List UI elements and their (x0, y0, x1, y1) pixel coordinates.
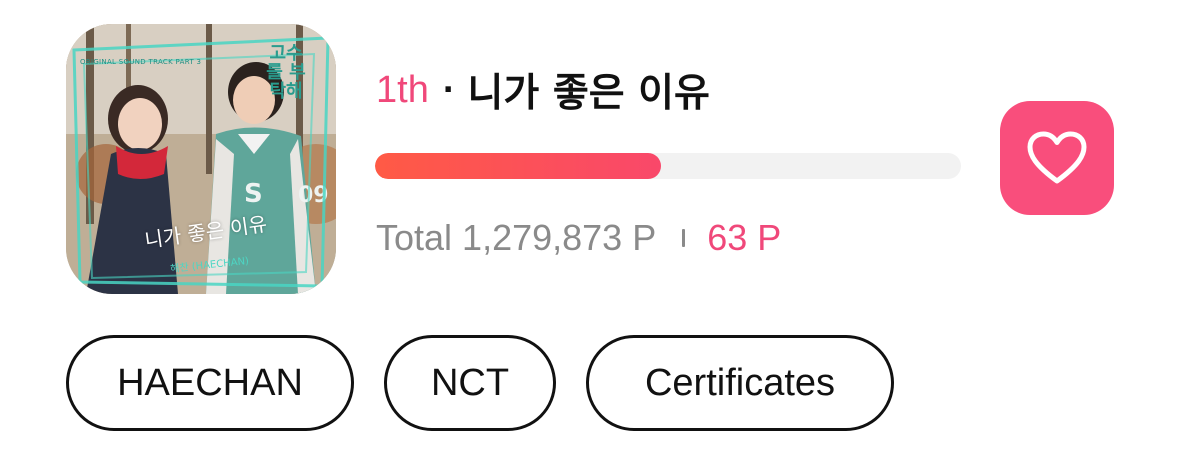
song-card: S 09 ORIGINAL SOUND TRACK PART 3 고수를 부탁해… (0, 0, 1178, 469)
song-title: 니가 좋은 이유 (467, 71, 710, 116)
heart-outline-icon (1027, 131, 1087, 184)
tag-list: HAECHAN NCT Certificates (66, 335, 894, 431)
title-row: 1th · 니가 좋은 이유 (376, 62, 710, 118)
ost-part-text: ORIGINAL SOUND TRACK PART 3 (80, 58, 202, 66)
tag-certificates[interactable]: Certificates (586, 335, 894, 431)
points-row: Total 1,279,873 P 63 P (376, 212, 781, 264)
points-divider (682, 229, 686, 247)
album-cover[interactable]: S 09 ORIGINAL SOUND TRACK PART 3 고수를 부탁해… (66, 24, 336, 294)
tag-haechan[interactable]: HAECHAN (66, 335, 354, 431)
total-points: Total 1,279,873 P (376, 217, 657, 258)
ost-series-title: 고수를 부탁해 (266, 43, 306, 102)
title-separator: · (442, 68, 456, 111)
my-points: 63 P (707, 217, 782, 258)
tag-nct[interactable]: NCT (384, 335, 556, 431)
rank-label: 1th (376, 68, 429, 111)
vote-progress-bar (375, 153, 961, 179)
vote-heart-button[interactable] (1000, 101, 1114, 215)
vote-progress-fill (375, 153, 661, 179)
svg-text:S: S (244, 179, 263, 209)
